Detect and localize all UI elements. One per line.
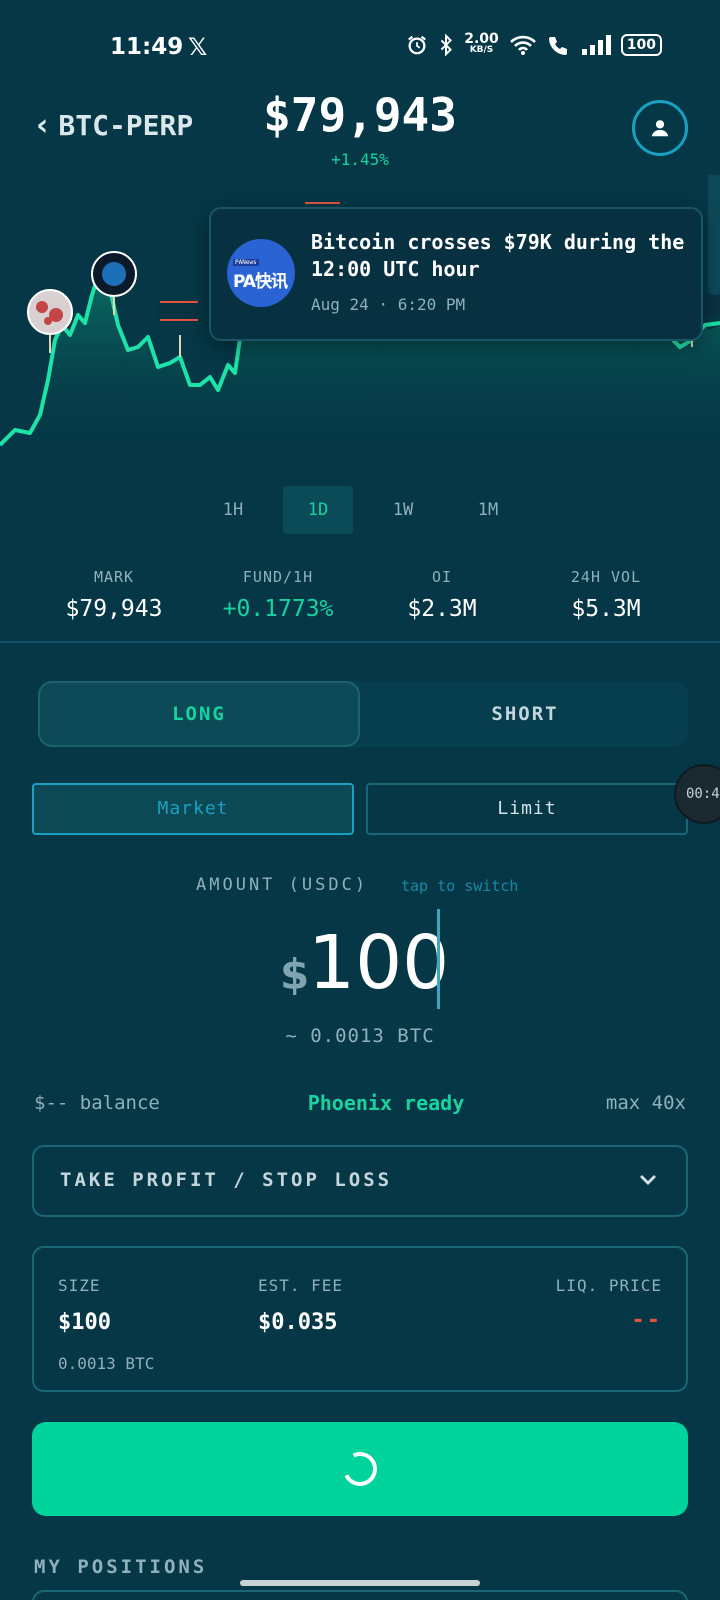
tpsl-label: TAKE PROFIT / STOP LOSS <box>60 1169 393 1191</box>
size-label: SIZE <box>58 1276 101 1295</box>
tpsl-dropdown[interactable]: TAKE PROFIT / STOP LOSS <box>32 1145 688 1217</box>
signal-icon <box>581 35 611 55</box>
loading-spinner-icon <box>338 1447 382 1491</box>
stat-volume: 24H VOL $5.3M <box>570 568 642 622</box>
timeframe-1m[interactable]: 1M <box>453 486 523 534</box>
long-button[interactable]: LONG <box>38 681 360 747</box>
fee-value: $0.035 <box>258 1310 338 1335</box>
alarm-icon <box>408 35 427 55</box>
news-title: Bitcoin crosses $79K during the 12:00 UT… <box>311 230 685 281</box>
position-card <box>32 1590 688 1600</box>
short-button[interactable]: SHORT <box>364 681 686 747</box>
positions-title: MY POSITIONS <box>34 1556 208 1578</box>
amount-btc-equivalent: ~ 0.0013 BTC <box>285 1025 435 1047</box>
market-order-tab[interactable]: Market <box>32 783 354 835</box>
liq-price-value: -- <box>631 1308 662 1333</box>
fee-label: EST. FEE <box>258 1276 344 1295</box>
status-icons: 2.00 KB/S 100 <box>406 31 662 56</box>
liq-price-label: LIQ. PRICE <box>555 1276 662 1295</box>
limit-order-tab[interactable]: Limit <box>366 783 688 835</box>
profile-button[interactable] <box>632 100 688 156</box>
timeframe-1w[interactable]: 1W <box>368 486 438 534</box>
status-time: 11:49 <box>110 34 184 60</box>
news-card[interactable]: PANews PA快讯 Bitcoin crosses $79K during … <box>209 207 703 341</box>
home-indicator[interactable] <box>240 1580 480 1586</box>
battery-indicator: 100 <box>620 34 662 56</box>
network-speed: 2.00 KB/S <box>464 31 499 55</box>
order-summary: SIZE $100 0.0013 BTC EST. FEE $0.035 LIQ… <box>32 1246 688 1392</box>
stat-open-interest: OI $2.3M <box>407 568 477 622</box>
timeframe-1d[interactable]: 1D <box>283 486 353 534</box>
chevron-down-icon <box>640 1175 656 1185</box>
amount-label: AMOUNT (USDC) <box>196 875 369 895</box>
wifi-icon <box>509 35 536 55</box>
bluetooth-icon <box>440 34 453 56</box>
news-date: Aug 24 · 6:20 PM <box>311 295 466 314</box>
switch-unit-link[interactable]: tap to switch <box>401 877 518 895</box>
user-icon <box>651 120 669 137</box>
x-logo-icon: 𝕏 <box>188 33 208 61</box>
stat-mark: MARK $79,943 <box>65 568 163 622</box>
submit-order-button[interactable] <box>32 1422 688 1516</box>
max-leverage: max 40x <box>605 1092 686 1114</box>
phone-icon <box>548 37 567 55</box>
size-btc: 0.0013 BTC <box>58 1354 155 1373</box>
stat-funding: FUND/1H +0.1773% <box>222 568 334 622</box>
size-value: $100 <box>58 1310 111 1335</box>
news-marker[interactable] <box>158 300 200 357</box>
price-change: +1.45% <box>331 150 389 169</box>
text-caret <box>437 909 440 1009</box>
divider <box>0 641 720 643</box>
current-price: $79,943 <box>263 88 457 142</box>
amount-input[interactable]: 100 <box>308 920 449 1006</box>
timeframe-1h[interactable]: 1H <box>198 486 268 534</box>
currency-symbol: $ <box>280 950 310 999</box>
news-source-logo: PANews PA快讯 <box>227 239 295 307</box>
